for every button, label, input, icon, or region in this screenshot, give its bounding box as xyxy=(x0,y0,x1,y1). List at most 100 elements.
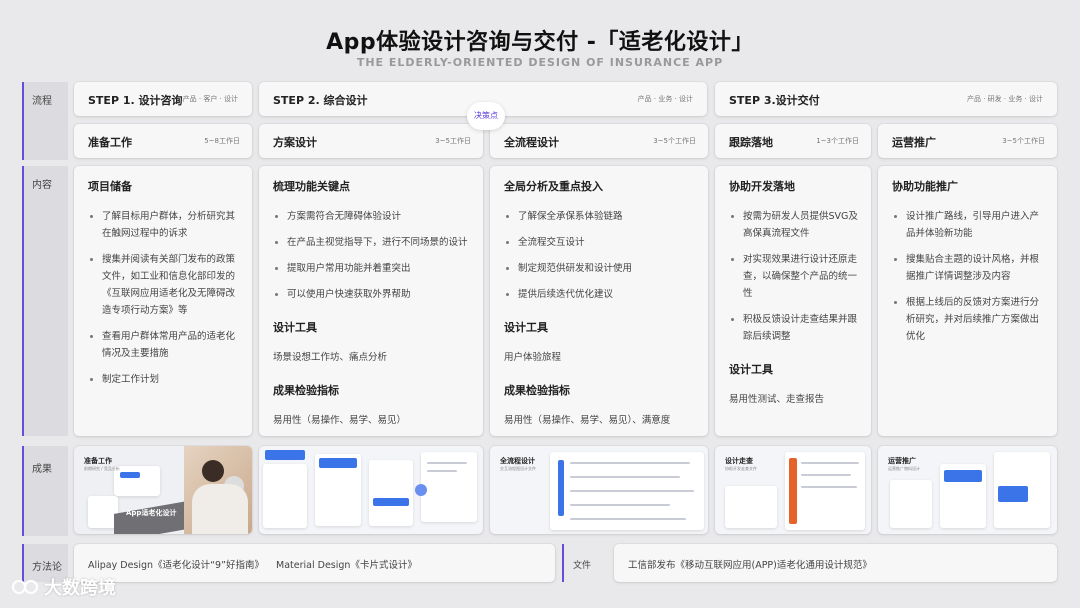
row-label-process-text: 流程 xyxy=(32,96,52,107)
row-label-result-text: 成果 xyxy=(32,464,52,475)
thumb-sub: 交互流程图设计文件 xyxy=(500,466,536,471)
list-item: 提供后续迭代优化建议 xyxy=(502,286,696,303)
mini-highlight xyxy=(558,460,564,516)
phase-card-design: 方案设计 3~5工作日 xyxy=(259,124,483,158)
mini-line xyxy=(427,470,457,472)
orange-bar xyxy=(789,458,797,524)
decor-dot xyxy=(415,484,427,496)
row-label-process: 流程 xyxy=(22,82,68,160)
mini-line xyxy=(801,474,851,476)
step-1-title: STEP 1. 设计咨询 xyxy=(88,94,183,107)
mini-line xyxy=(570,504,670,506)
banner-text: App适老化设计 xyxy=(126,509,177,517)
list-item: 按需为研发人员提供SVG及高保真流程文件 xyxy=(727,208,859,242)
list-item: 根据上线后的反馈对方案进行分析研究，并对后续推广方案做出优化 xyxy=(890,294,1045,345)
phase-title: 跟踪落地 xyxy=(729,136,773,149)
content-card-tracking: 协助开发落地 按需为研发人员提供SVG及高保真流程文件 对实现效果进行设计还原走… xyxy=(715,166,871,436)
list-item: 查看用户群体常用产品的适老化情况及主要措施 xyxy=(86,328,240,362)
phase-time: 5~8工作日 xyxy=(204,137,240,145)
content-heading: 梳理功能关键点 xyxy=(273,180,350,193)
content-list: 设计推广路线，引导用户进入产品并体验新功能 搜集贴合主题的设计风格，并根据推广详… xyxy=(890,208,1045,345)
mini-screen xyxy=(725,486,777,528)
list-item: 提取用户常用功能并着重突出 xyxy=(271,260,471,277)
content-card-design: 梳理功能关键点 方案需符合无障碍体验设计 在产品主视觉指导下，进行不同场景的设计… xyxy=(259,166,483,436)
person-head-icon xyxy=(202,460,224,482)
content-card-fullflow: 全局分析及重点投入 了解保全承保系体验链路 全流程交互设计 制定规范供研发和设计… xyxy=(490,166,708,436)
mini-screen xyxy=(263,464,307,528)
methodology-card: Alipay Design《适老化设计“9”好指南》 Material Desi… xyxy=(74,544,555,582)
file-card: 工信部发布《移动互联网应用(APP)适老化通用设计规范》 xyxy=(614,544,1057,582)
page-subtitle: THE ELDERLY-ORIENTED DESIGN OF INSURANCE… xyxy=(356,56,724,69)
tools-heading: 设计工具 xyxy=(273,321,317,334)
list-item: 全流程交互设计 xyxy=(502,234,696,251)
decision-point-badge: 决策点 xyxy=(467,102,505,130)
tools-text: 场景设想工作坊、痛点分析 xyxy=(273,352,388,363)
content-heading: 协助开发落地 xyxy=(729,180,795,193)
mini-highlight xyxy=(373,498,409,506)
tools-text: 易用性测试、走查报告 xyxy=(729,394,825,405)
list-item: 制定工作计划 xyxy=(86,371,240,388)
phase-time: 3~5个工作日 xyxy=(653,137,696,145)
phase-time: 3~5个工作日 xyxy=(1002,137,1045,145)
row-label-content-text: 内容 xyxy=(32,180,52,191)
file-label: 文件 xyxy=(573,561,592,571)
mini-screen xyxy=(114,466,160,496)
mini-line xyxy=(801,486,857,488)
content-list: 了解保全承保系体验链路 全流程交互设计 制定规范供研发和设计使用 提供后续迭代优… xyxy=(502,208,696,303)
list-item: 搜集贴合主题的设计风格，并根据推广详情调整涉及内容 xyxy=(890,251,1045,285)
list-item: 可以使用户快速获取外界帮助 xyxy=(271,286,471,303)
phase-title: 全流程设计 xyxy=(504,136,559,149)
phase-card-tracking: 跟踪落地 1~3个工作日 xyxy=(715,124,871,158)
step-2-title: STEP 2. 综合设计 xyxy=(273,94,368,107)
mini-highlight xyxy=(319,458,357,468)
person-body xyxy=(192,484,248,534)
content-heading: 全局分析及重点投入 xyxy=(504,180,603,193)
tools-heading: 设计工具 xyxy=(729,363,773,376)
thumb-sub: 前期研究 / 竞品分析 xyxy=(84,466,120,471)
thumb-label: 全流程设计 xyxy=(500,457,535,465)
mini-highlight xyxy=(265,450,305,460)
mini-line xyxy=(570,490,694,492)
result-thumb-design xyxy=(259,446,483,534)
metrics-heading: 成果检验指标 xyxy=(273,384,339,397)
row-label-method-text: 方法论 xyxy=(32,562,62,573)
phase-time: 3~5工作日 xyxy=(435,137,471,145)
phase-card-promotion: 运营推广 3~5个工作日 xyxy=(878,124,1057,158)
result-thumb-prep: 准备工作 前期研究 / 竞品分析 App适老化设计 xyxy=(74,446,252,534)
file-label-block: 文件 xyxy=(562,544,608,582)
tools-text: 用户体验旅程 xyxy=(504,352,562,363)
methodology-text: Alipay Design《适老化设计“9”好指南》 Material Desi… xyxy=(88,560,417,571)
content-card-prep: 项目储备 了解目标用户群体，分析研究其在触网过程中的诉求 搜集并阅读有关部门发布… xyxy=(74,166,252,436)
step-1-meta: 产品 · 客户 · 设计 xyxy=(182,95,238,103)
list-item: 搜集并阅读有关部门发布的政策文件，如工业和信息化部印发的《互联网应用适老化及无障… xyxy=(86,251,240,319)
thumb-sub: 协助开发走查文件 xyxy=(725,466,757,471)
list-item: 对实现效果进行设计还原走查，以确保整个产品的统一性 xyxy=(727,251,859,302)
list-item: 设计推广路线，引导用户进入产品并体验新功能 xyxy=(890,208,1045,242)
mini-line xyxy=(801,462,859,464)
step-3-meta: 产品 · 研发 · 业务 · 设计 xyxy=(966,95,1043,103)
thumb-label: 设计走查 xyxy=(725,457,753,465)
phase-title: 方案设计 xyxy=(273,136,317,149)
content-list: 了解目标用户群体，分析研究其在触网过程中的诉求 搜集并阅读有关部门发布的政策文件… xyxy=(86,208,240,388)
mini-line xyxy=(570,462,690,464)
content-heading: 协助功能推广 xyxy=(892,180,958,193)
list-item: 积极反馈设计走查结果并跟踪后续调整 xyxy=(727,311,859,345)
page-title: App体验设计咨询与交付 -「适老化设计」 xyxy=(326,30,754,55)
metrics-text: 易用性（易操作、易学、易见） xyxy=(273,415,407,426)
row-label-content: 内容 xyxy=(22,166,68,436)
mini-screen xyxy=(369,460,413,526)
metrics-heading: 成果检验指标 xyxy=(504,384,570,397)
tools-heading: 设计工具 xyxy=(504,321,548,334)
step-1-card: STEP 1. 设计咨询 产品 · 客户 · 设计 xyxy=(74,82,252,116)
thumb-label: 运营推广 xyxy=(888,457,916,465)
phase-card-fullflow: 全流程设计 3~5个工作日 xyxy=(490,124,708,158)
thumb-label: 准备工作 xyxy=(84,457,112,465)
result-thumb-promotion: 运营推广 运营推广物料设计 xyxy=(878,446,1057,534)
mini-highlight xyxy=(998,486,1028,502)
step-3-card: STEP 3.设计交付 产品 · 研发 · 业务 · 设计 xyxy=(715,82,1057,116)
step-3-title: STEP 3.设计交付 xyxy=(729,94,820,107)
watermark-logo-icon xyxy=(12,580,38,594)
list-item: 方案需符合无障碍体验设计 xyxy=(271,208,471,225)
mini-line xyxy=(427,462,467,464)
file-text: 工信部发布《移动互联网应用(APP)适老化通用设计规范》 xyxy=(628,560,872,571)
